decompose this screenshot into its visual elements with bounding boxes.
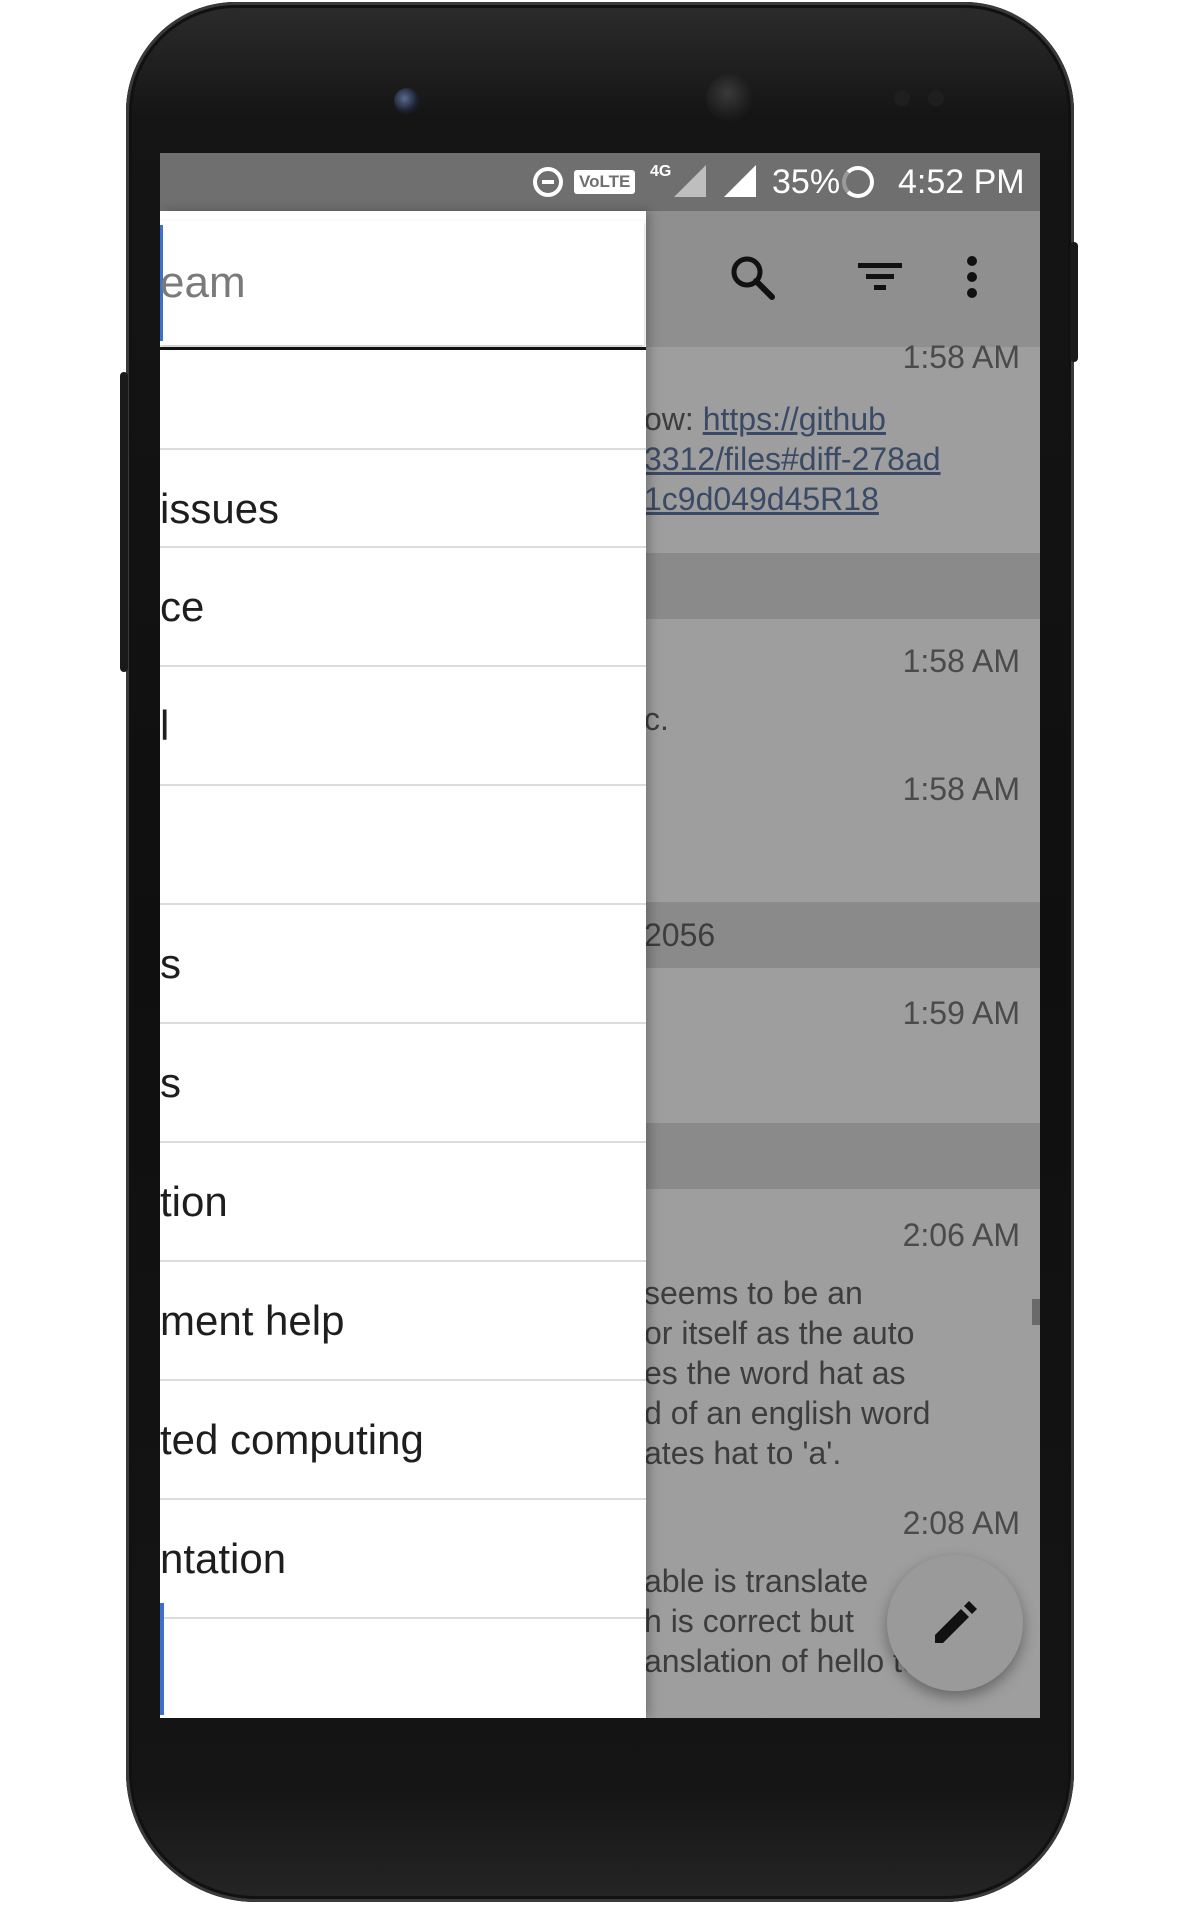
message-text: h is correct but xyxy=(644,1603,854,1639)
stream-search-field[interactable]: eam xyxy=(160,221,644,345)
message-time: 1:58 AM xyxy=(902,643,1020,679)
message-link[interactable]: 1c9d049d45R18 xyxy=(644,479,879,519)
message-body: ow: https://github xyxy=(644,399,886,439)
signal-icon xyxy=(670,161,760,201)
message-text: able is translate xyxy=(644,1563,869,1599)
proximity-sensor xyxy=(894,90,910,106)
power-button xyxy=(120,372,128,672)
pencil-icon xyxy=(935,1601,977,1643)
message-time: 2:08 AM xyxy=(902,1505,1020,1541)
stream-item[interactable]: s xyxy=(160,1024,646,1143)
light-sensor xyxy=(928,90,944,106)
message-link[interactable]: 3312/files#diff-278ad xyxy=(644,439,941,479)
screen: VoLTE 4G 35% 4:52 PM 1:58 AM ow: https:/… xyxy=(160,153,1040,1718)
stream-search-input[interactable]: eam xyxy=(160,221,246,345)
stream-item[interactable]: l xyxy=(160,667,646,786)
volte-badge: VoLTE xyxy=(574,153,636,211)
search-icon[interactable] xyxy=(720,245,784,309)
earpiece-speaker xyxy=(706,74,754,122)
stream-item[interactable]: tion xyxy=(160,1143,646,1262)
compose-button[interactable] xyxy=(887,1555,1023,1691)
status-bar: VoLTE 4G 35% 4:52 PM xyxy=(160,153,1040,211)
stream-item[interactable]: s xyxy=(160,905,646,1024)
stream-item[interactable] xyxy=(160,350,646,450)
battery-level: 35% xyxy=(772,162,841,201)
message-time: 1:59 AM xyxy=(902,995,1020,1031)
message-text: or itself as the auto xyxy=(644,1315,915,1351)
message-text: ates hat to 'a'. xyxy=(644,1435,842,1471)
active-stream-indicator xyxy=(160,1603,164,1715)
battery-icon xyxy=(842,153,874,211)
topic-header-label: 2056 xyxy=(644,917,716,953)
message-text: seems to be an xyxy=(644,1275,863,1311)
filter-icon[interactable] xyxy=(848,245,912,309)
message-text: anslation of hello to xyxy=(644,1643,920,1679)
stream-item[interactable]: ment help xyxy=(160,1262,646,1381)
more-vert-icon[interactable] xyxy=(940,245,1004,309)
message-text: d of an english word xyxy=(644,1395,931,1431)
message-time: 2:06 AM xyxy=(902,1217,1020,1253)
stream-item[interactable]: ce xyxy=(160,548,646,667)
clock: 4:52 PM xyxy=(898,162,1025,201)
message-text: c. xyxy=(644,701,669,737)
volte-label: VoLTE xyxy=(574,170,636,194)
stream-item[interactable]: ntation xyxy=(160,1500,646,1619)
message-time: 1:58 AM xyxy=(902,339,1020,375)
do-not-disturb-icon xyxy=(530,153,566,211)
front-camera xyxy=(394,88,420,114)
stream-item[interactable]: issues xyxy=(160,450,646,548)
message-text: ow: xyxy=(644,401,703,437)
stream-item[interactable]: ted computing xyxy=(160,1381,646,1500)
volume-button xyxy=(1070,242,1078,362)
stream-list: issues ce l s s tion ment help ted compu… xyxy=(160,350,646,1718)
stream-drawer: eam issues ce l s s tion ment help ted c… xyxy=(160,211,646,1718)
scrollbar-thumb[interactable] xyxy=(1032,1299,1040,1325)
stream-item[interactable] xyxy=(160,786,646,905)
stream-item[interactable] xyxy=(160,1619,646,1718)
message-text: es the word hat as xyxy=(644,1355,906,1391)
message-time: 1:58 AM xyxy=(902,771,1020,807)
message-link[interactable]: https://github xyxy=(703,401,886,437)
